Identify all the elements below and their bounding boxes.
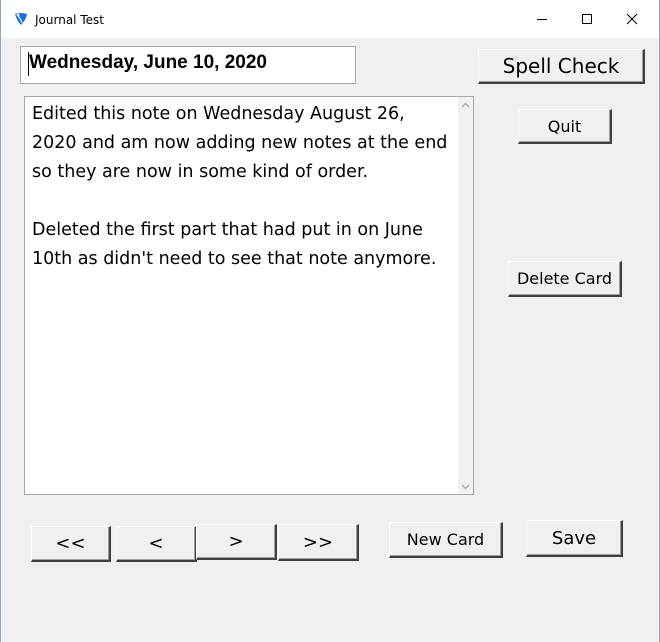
first-card-button[interactable]: << xyxy=(31,526,111,562)
date-field[interactable]: Wednesday, June 10, 2020 xyxy=(20,46,356,84)
chevron-down-icon xyxy=(461,484,470,489)
app-window: Journal Test Wednesday, June 10, 2020 Ed… xyxy=(0,0,660,642)
close-icon xyxy=(626,13,638,25)
minimize-button[interactable] xyxy=(519,0,565,38)
journal-entry-text: Edited this note on Wednesday August 26,… xyxy=(32,100,452,303)
maximize-button[interactable] xyxy=(564,0,610,38)
previous-card-button[interactable]: < xyxy=(116,526,197,562)
save-button[interactable]: Save xyxy=(526,520,623,557)
scroll-up-button[interactable] xyxy=(458,97,473,112)
journal-text-area[interactable]: Edited this note on Wednesday August 26,… xyxy=(24,96,474,495)
next-card-button[interactable]: > xyxy=(196,524,277,560)
feather-icon xyxy=(15,13,27,25)
scroll-down-button[interactable] xyxy=(458,479,473,494)
close-button[interactable] xyxy=(609,0,655,38)
entry-paragraph: Edited this note on Wednesday August 26,… xyxy=(32,104,448,182)
entry-paragraph: Deleted the first part that had put in o… xyxy=(32,220,437,269)
spell-check-button[interactable]: Spell Check xyxy=(478,49,645,84)
last-card-button[interactable]: >> xyxy=(278,524,359,561)
minimize-icon xyxy=(537,19,547,20)
quit-button[interactable]: Quit xyxy=(518,109,612,144)
chevron-up-icon xyxy=(461,102,470,107)
new-card-button[interactable]: New Card xyxy=(389,522,503,558)
window-title: Journal Test xyxy=(35,13,104,27)
maximize-icon xyxy=(582,14,592,24)
text-caret xyxy=(28,52,29,76)
title-bar[interactable]: Journal Test xyxy=(1,0,659,38)
delete-card-button[interactable]: Delete Card xyxy=(508,261,622,297)
vertical-scrollbar[interactable] xyxy=(458,97,473,494)
